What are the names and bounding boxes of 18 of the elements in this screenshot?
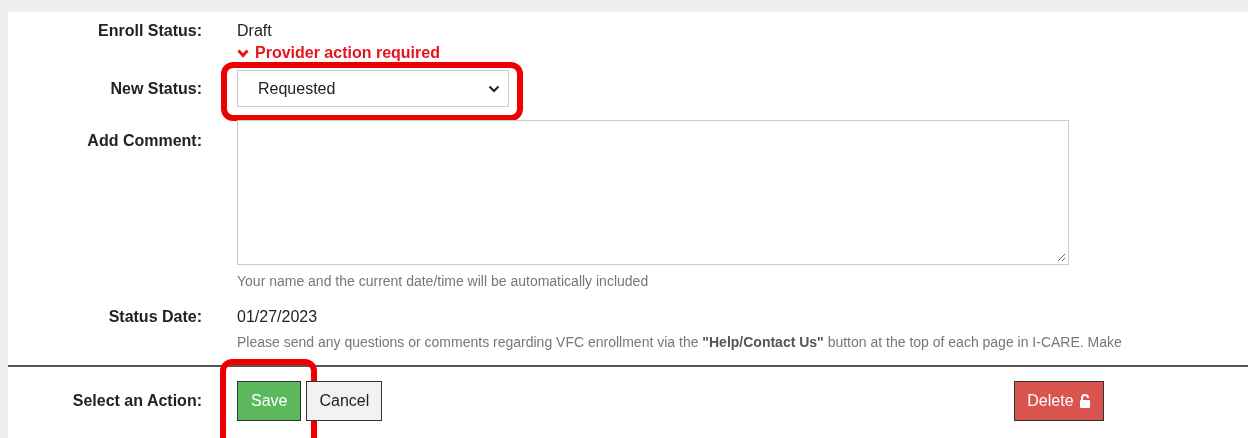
cancel-button[interactable]: Cancel xyxy=(306,381,383,421)
status-dropdown[interactable]: Requested xyxy=(237,70,509,107)
hint-text: Your name and the current date/time will be automatically included xyxy=(237,273,650,289)
resize-grip-icon xyxy=(1057,253,1066,262)
info-text: Please send any questions or comments regarding VFC enrollment via the "Help/Contact Us" button at the top of each page in I-CARE. Make xyxy=(237,334,1123,350)
unlock-icon xyxy=(1078,394,1091,408)
chevron-down-icon xyxy=(237,48,249,58)
status-value: Draft xyxy=(237,22,273,40)
comment-field[interactable] xyxy=(237,120,1069,265)
chevron-down-icon xyxy=(488,84,500,93)
date-value: 01/27/2023 xyxy=(237,308,319,326)
field-label: Select an Action: xyxy=(71,392,202,410)
warning-text: Provider action required xyxy=(255,44,440,62)
delete-button[interactable]: Delete xyxy=(1014,381,1104,421)
field-label: New Status: xyxy=(109,79,202,98)
field-label: Add Comment: xyxy=(86,131,202,151)
field-label: Status Date: xyxy=(107,308,202,327)
field-label: Enroll Status: xyxy=(97,22,202,41)
